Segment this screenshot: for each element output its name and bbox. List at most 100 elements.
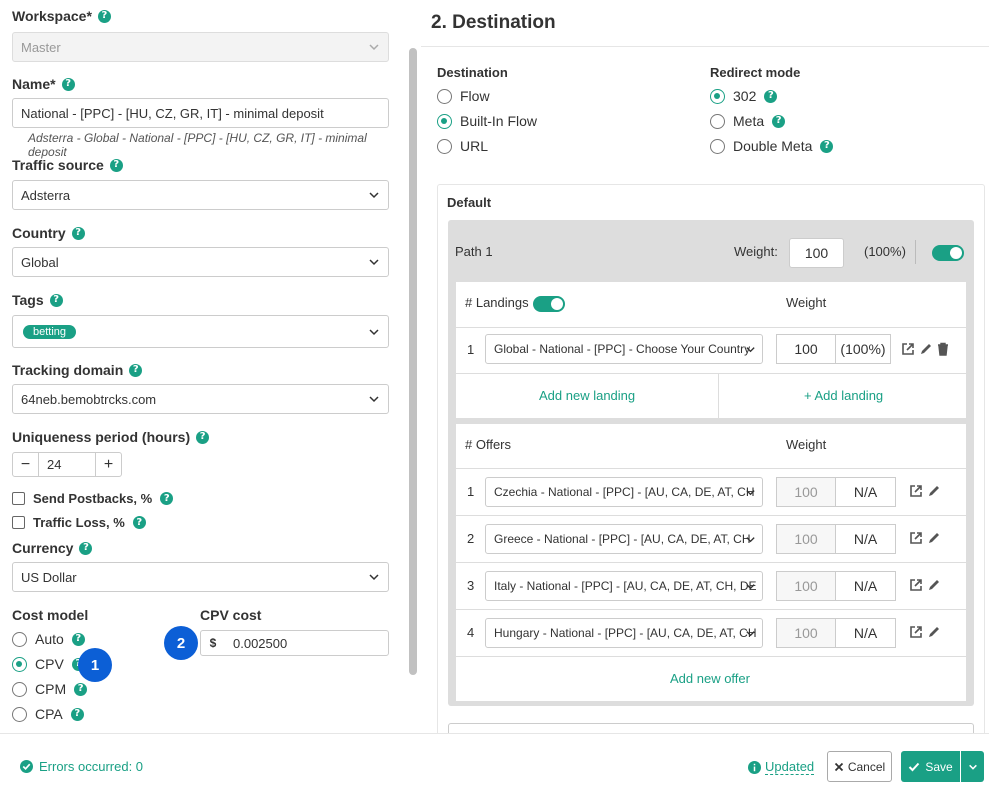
check-circle-icon [20,760,33,773]
footer-bar: Errors occurred: 0 Updated Cancel Save [0,733,989,796]
landing-weight-input[interactable]: 100 [776,334,836,364]
add-landing-link[interactable]: + Add landing [804,388,883,403]
offer-select[interactable]: Italy - National - [PPC] - [AU, CA, DE, … [485,571,763,601]
edit-icon[interactable] [919,342,933,356]
redirect-302[interactable]: 302? [710,88,778,104]
landing-select[interactable]: Global - National - [PPC] - Choose Your … [485,334,763,364]
destination-url[interactable]: URL [437,138,488,154]
edit-icon[interactable] [927,578,941,592]
radio[interactable] [710,113,725,129]
traffic-loss-checkbox[interactable] [12,516,25,529]
destination-label: Destination [437,65,508,80]
help-icon[interactable]: ? [61,77,75,91]
increment-button[interactable]: + [96,453,121,476]
section-title: 2. Destination [431,12,556,33]
tags-select[interactable]: betting [12,315,389,348]
chevron-down-icon [746,537,755,543]
help-icon[interactable]: ? [820,139,834,153]
updated-link[interactable]: Updated [748,759,815,775]
radio-selected[interactable] [437,113,452,129]
cancel-button[interactable]: Cancel [827,751,892,782]
redirect-meta[interactable]: Meta? [710,113,786,129]
offer-weight-input[interactable]: 100 [776,571,836,601]
edit-icon[interactable] [927,484,941,498]
radio-selected[interactable] [12,656,27,672]
offer-weight-input[interactable]: 100 [776,477,836,507]
radio[interactable] [12,631,27,647]
tracking-domain-label: Tracking domain? [12,362,143,378]
destination-builtin-flow[interactable]: Built-In Flow [437,113,537,129]
decrement-button[interactable]: − [13,453,38,476]
radio[interactable] [710,138,725,154]
help-icon[interactable]: ? [129,363,143,377]
tag-pill[interactable]: betting [23,324,77,339]
external-link-icon[interactable] [909,625,923,639]
offer-select[interactable]: Hungary - National - [PPC] - [AU, CA, DE… [485,618,763,648]
external-link-icon[interactable] [901,342,915,356]
external-link-icon[interactable] [909,484,923,498]
destination-panel: 2. Destination Destination Flow Built-In… [421,0,989,733]
help-icon[interactable]: ? [71,632,85,646]
country-select[interactable]: Global [12,247,389,277]
radio[interactable] [437,88,452,104]
workspace-label: Workspace*? [12,8,111,24]
scrollbar-thumb[interactable] [409,48,417,675]
landings-toggle[interactable] [533,296,565,312]
offer-select[interactable]: Czechia - National - [PPC] - [AU, CA, DE… [485,477,763,507]
radio[interactable] [437,138,452,154]
external-link-icon[interactable] [909,578,923,592]
country-label: Country? [12,225,85,241]
help-icon[interactable]: ? [764,89,778,103]
offer-select[interactable]: Greece - National - [PPC] - [AU, CA, DE,… [485,524,763,554]
radio[interactable] [12,706,27,722]
cost-model-auto[interactable]: Auto? [12,631,85,647]
help-icon[interactable]: ? [74,682,88,696]
tracking-domain-select[interactable]: 64neb.bemobtrcks.com [12,384,389,414]
name-input[interactable]: National - [PPC] - [HU, CZ, GR, IT] - mi… [12,98,389,128]
annotation-badge-1: 1 [78,648,112,682]
radio-selected[interactable] [710,88,725,104]
help-icon[interactable]: ? [160,492,174,505]
chevron-down-icon [746,584,755,590]
cpv-cost-input[interactable]: $ 0.002500 [200,630,389,656]
currency-select[interactable]: US Dollar [12,562,389,592]
send-postbacks-checkbox[interactable] [12,492,25,505]
destination-flow[interactable]: Flow [437,88,490,104]
path-weight-input[interactable]: 100 [789,238,844,268]
radio[interactable] [12,681,27,697]
edit-icon[interactable] [927,531,941,545]
trash-icon[interactable] [936,342,950,356]
cost-model-cpa[interactable]: CPA? [12,706,84,722]
offer-weight-input[interactable]: 100 [776,524,836,554]
help-icon[interactable]: ? [132,516,146,529]
path-weight-label: Weight: [734,244,778,259]
cost-model-cpm[interactable]: CPM? [12,681,88,697]
path-toggle[interactable] [932,245,964,261]
help-icon[interactable]: ? [49,293,63,307]
help-icon[interactable]: ? [109,158,123,172]
offer-weight-input[interactable]: 100 [776,618,836,648]
help-icon[interactable]: ? [196,430,210,444]
add-new-landing-link[interactable]: Add new landing [539,388,635,403]
errors-status: Errors occurred: 0 [20,759,143,774]
help-icon[interactable]: ? [772,114,786,128]
help-icon[interactable]: ? [71,226,85,240]
traffic-source-select[interactable]: Adsterra [12,180,389,210]
next-rule-box [448,723,974,733]
workspace-select: Master [12,32,389,62]
help-icon[interactable]: ? [79,541,93,555]
uniqueness-input[interactable]: 24 [38,453,96,476]
edit-icon[interactable] [927,625,941,639]
add-new-offer-link[interactable]: Add new offer [670,671,750,686]
help-icon[interactable]: ? [97,9,111,23]
divider [456,609,966,610]
redirect-double-meta[interactable]: Double Meta? [710,138,834,154]
save-button[interactable]: Save [901,751,960,782]
save-dropdown-button[interactable] [961,751,984,782]
landing-weight-percent: (100%) [835,334,891,364]
cost-model-cpv[interactable]: CPV? [12,656,85,672]
external-link-icon[interactable] [909,531,923,545]
help-icon[interactable]: ? [70,707,84,721]
offers-header: # Offers [465,437,512,452]
cost-model-label: Cost model [12,607,89,623]
